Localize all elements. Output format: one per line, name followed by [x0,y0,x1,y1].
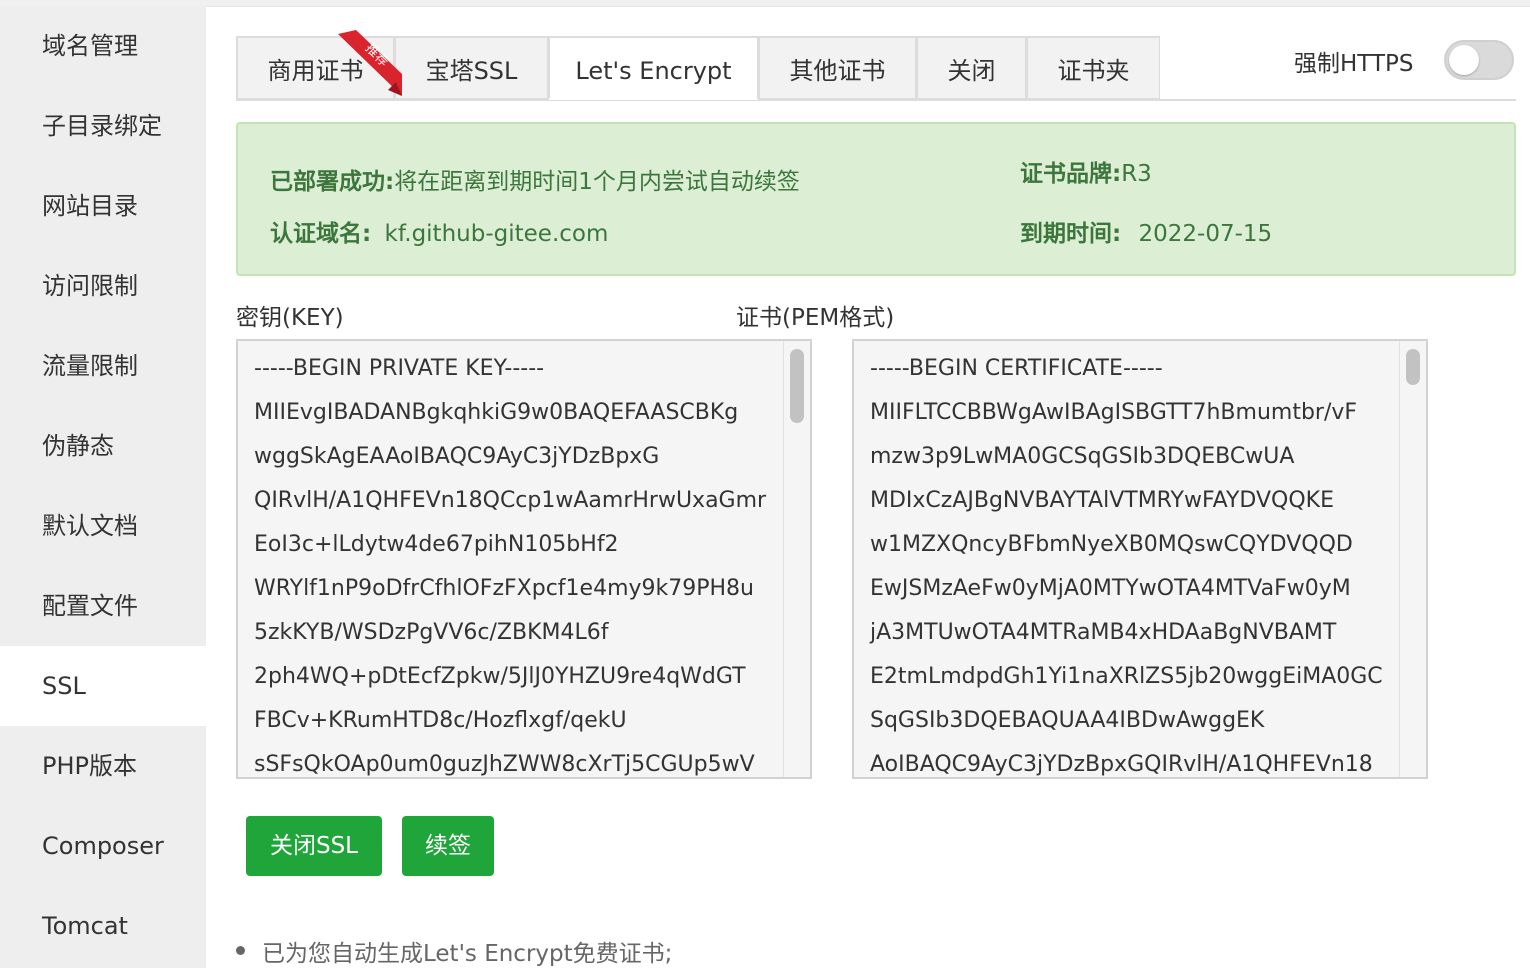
cert-line: MDIxCzAJBgNVBAYTAlVTMRYwFAYDVQQKE [870,488,1334,513]
tab-lets-encrypt[interactable]: Let's Encrypt [548,36,758,100]
note-bullet-icon [236,946,245,955]
expire-status: 到期时间: 2022-07-15 [1020,214,1272,248]
close-ssl-button[interactable]: 关闭SSL [246,816,382,876]
cert-line: -----BEGIN CERTIFICATE----- [870,356,1163,381]
note-item: 已为您自动生成Let's Encrypt免费证书; [262,941,673,967]
certificate-content: -----BEGIN CERTIFICATE----- MIIFLTCCBBWg… [870,353,1383,777]
cert-scrollbar-thumb[interactable] [1406,349,1420,385]
tab-baota-ssl[interactable]: 宝塔SSL [394,36,548,100]
expire-label: 到期时间: [1020,221,1122,247]
toggle-knob [1449,45,1479,75]
cert-scrollbar[interactable] [1399,341,1426,777]
sidebar-item-config-file[interactable]: 配置文件 [0,566,206,646]
tab-close[interactable]: 关闭 [916,36,1026,100]
sidebar-item-tomcat[interactable]: Tomcat [0,886,206,966]
sidebar: 域名管理 子目录绑定 网站目录 访问限制 流量限制 伪静态 默认文档 配置文件 … [0,6,206,968]
private-key-content: -----BEGIN PRIVATE KEY----- MIIEvgIBADAN… [254,353,767,777]
cert-line: MIIFLTCCBBWgAwIBAgISBGTT7hBmumtbr/vF [870,400,1358,425]
cert-line: AoIBAQC9AyC3jYDzBpxGQIRvlH/A1QHFEVn18 [870,752,1373,777]
sidebar-item-composer[interactable]: Composer [0,806,206,886]
force-https-label: 强制HTTPS [1294,51,1414,77]
deploy-status: 已部署成功:将在距离到期时间1个月内尝试自动续签 [270,162,800,196]
cert-line: E2tmLmdpdGh1Yi1naXRlZS5jb20wggEiMA0GC [870,664,1383,689]
key-scrollbar[interactable] [783,341,810,777]
key-scrollbar-thumb[interactable] [790,349,804,423]
certificate-textarea[interactable]: -----BEGIN CERTIFICATE----- MIIFLTCCBBWg… [852,339,1428,779]
sidebar-item-ssl[interactable]: SSL [0,646,206,726]
sidebar-item-default-doc[interactable]: 默认文档 [0,486,206,566]
cert-line: w1MZXQncyBFbmNyeXB0MQswCQYDVQQD [870,532,1353,557]
expire-value: 2022-07-15 [1138,221,1273,247]
key-line: 5zkKYB/WSDzPgVV6c/ZBKM4L6f [254,620,609,645]
renew-button[interactable]: 续签 [402,816,494,876]
domain-value: kf.github-gitee.com [384,221,609,247]
brand-status: 证书品牌:R3 [1020,154,1152,188]
brand-label: 证书品牌: [1020,161,1122,187]
key-line: QIRvlH/A1QHFEVn18QCcp1wAamrHrwUxaGmr [254,488,767,513]
key-field-label: 密钥(KEY) [236,305,344,331]
brand-value: R3 [1121,161,1152,187]
key-line: -----BEGIN PRIVATE KEY----- [254,356,545,381]
cert-line: SqGSIb3DQEBAQUAA4IBDwAwggEK [870,708,1265,733]
sidebar-item-traffic-limit[interactable]: 流量限制 [0,326,206,406]
ssl-status-panel: 已部署成功:将在距离到期时间1个月内尝试自动续签 认证域名: kf.github… [236,122,1516,276]
key-line: MIIEvgIBADANBgkqhkiG9w0BAQEFAASCBKg [254,400,739,425]
key-line: WRYlf1nP9oDfrCfhlOFzFXpcf1e4my9k79PH8u [254,576,754,601]
force-https-toggle[interactable] [1444,40,1514,80]
key-line: sSFsQkOAp0um0guzJhZWW8cXrTj5CGUp5wV [254,752,755,777]
private-key-textarea[interactable]: -----BEGIN PRIVATE KEY----- MIIEvgIBADAN… [236,339,812,779]
cert-line: jA3MTUwOTA4MTRaMB4xHDAaBgNVBAMT [870,620,1337,645]
domain-label: 认证域名: [270,221,372,247]
sidebar-item-subdir-binding[interactable]: 子目录绑定 [0,86,206,166]
key-line: EoI3c+lLdytw4de67pihN105bHf2 [254,532,619,557]
sidebar-item-access-limit[interactable]: 访问限制 [0,246,206,326]
domain-status: 认证域名: kf.github-gitee.com [270,214,608,248]
tab-cert-folder[interactable]: 证书夹 [1026,36,1160,100]
sidebar-item-domain[interactable]: 域名管理 [0,6,206,86]
tab-other-cert[interactable]: 其他证书 [758,36,916,100]
key-line: 2ph4WQ+pDtEcfZpkw/5JlJ0YHZU9re4qWdGT [254,664,746,689]
recommend-ribbon: 推荐 [338,30,402,96]
key-line: wggSkAgEAAoIBAQC9AyC3jYDzBpxG [254,444,660,469]
sidebar-item-site-directory[interactable]: 网站目录 [0,166,206,246]
deploy-label: 已部署成功: [270,169,395,195]
deploy-text: 将在距离到期时间1个月内尝试自动续签 [394,169,800,195]
cert-line: EwJSMzAeFw0yMjA0MTYwOTA4MTVaFw0yM [870,576,1351,601]
cert-line: mzw3p9LwMA0GCSqGSIb3DQEBCwUA [870,444,1295,469]
cert-field-label: 证书(PEM格式) [736,305,895,331]
key-line: FBCv+KRumHTD8c/Hozflxgf/qekU [254,708,627,733]
top-divider [0,0,1530,7]
sidebar-item-rewrite[interactable]: 伪静态 [0,406,206,486]
sidebar-item-php-version[interactable]: PHP版本 [0,726,206,806]
